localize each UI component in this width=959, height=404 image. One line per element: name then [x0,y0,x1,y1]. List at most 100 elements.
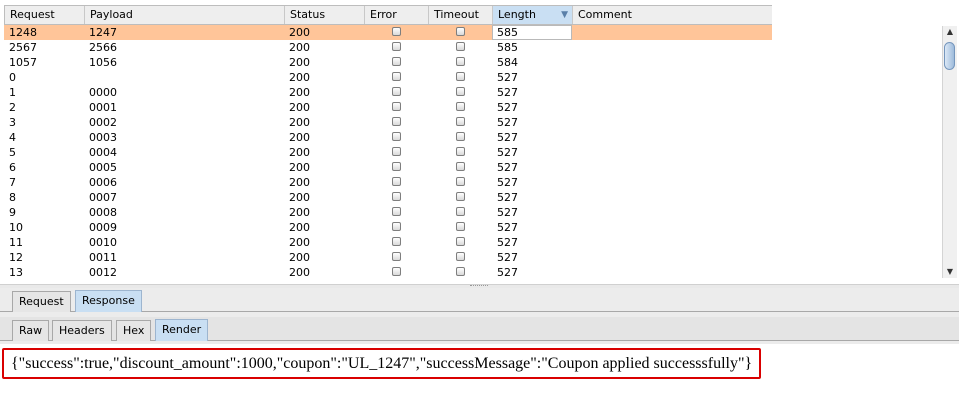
cell-request: 7 [9,176,16,189]
cell-request: 11 [9,236,23,249]
error-checkbox[interactable] [392,177,401,186]
cell-status: 200 [289,56,310,69]
tab-render[interactable]: Render [155,319,209,341]
cell-payload: 2566 [89,41,117,54]
column-header-request[interactable]: Request [4,6,84,24]
tab-headers[interactable]: Headers [52,320,112,341]
table-row[interactable]: 7 0006 200 527 [4,175,772,190]
error-checkbox[interactable] [392,57,401,66]
timeout-checkbox[interactable] [456,177,465,186]
timeout-checkbox[interactable] [456,57,465,66]
error-checkbox[interactable] [392,192,401,201]
cell-request: 2 [9,101,16,114]
cell-comment [572,250,772,265]
table-row[interactable]: 3 0002 200 527 [4,115,772,130]
timeout-checkbox[interactable] [456,267,465,276]
tabbar-divider [0,311,959,312]
timeout-checkbox[interactable] [456,252,465,261]
timeout-checkbox[interactable] [456,207,465,216]
error-checkbox[interactable] [392,42,401,51]
scroll-down-icon[interactable]: ▼ [943,266,957,278]
cell-status: 200 [289,161,310,174]
vertical-scrollbar[interactable]: ▲ ▼ [942,26,957,278]
column-header-length-label: Length [498,8,536,21]
tab-raw[interactable]: Raw [12,320,50,341]
column-header-payload[interactable]: Payload [84,6,284,24]
scrollbar-thumb[interactable] [944,42,955,70]
cell-comment [572,40,772,55]
error-checkbox[interactable] [392,207,401,216]
table-row[interactable]: 1 0000 200 527 [4,85,772,100]
timeout-checkbox[interactable] [456,132,465,141]
cell-comment [572,25,772,40]
table-row[interactable]: 4 0003 200 527 [4,130,772,145]
error-checkbox[interactable] [392,27,401,36]
error-checkbox[interactable] [392,87,401,96]
error-checkbox[interactable] [392,132,401,141]
timeout-checkbox[interactable] [456,192,465,201]
table-row[interactable]: 0 200 527 [4,70,772,85]
cell-request: 10 [9,221,23,234]
tab-response[interactable]: Response [75,290,142,312]
cell-payload: 0003 [89,131,117,144]
timeout-checkbox[interactable] [456,147,465,156]
error-checkbox[interactable] [392,222,401,231]
timeout-checkbox[interactable] [456,87,465,96]
cell-length: 527 [497,71,518,84]
error-checkbox[interactable] [392,252,401,261]
scroll-up-icon[interactable]: ▲ [943,26,957,38]
table-row[interactable]: 9 0008 200 527 [4,205,772,220]
timeout-checkbox[interactable] [456,42,465,51]
cell-payload: 0007 [89,191,117,204]
cell-status: 200 [289,71,310,84]
error-checkbox[interactable] [392,117,401,126]
timeout-checkbox[interactable] [456,117,465,126]
timeout-checkbox[interactable] [456,72,465,81]
cell-status: 200 [289,101,310,114]
cell-request: 4 [9,131,16,144]
cell-request: 0 [9,71,16,84]
cell-status: 200 [289,221,310,234]
cell-comment [572,220,772,235]
results-table: Request Payload Status Error Timeout Len… [4,5,772,284]
timeout-checkbox[interactable] [456,102,465,111]
table-row[interactable]: 1057 1056 200 584 [4,55,772,70]
cell-request: 9 [9,206,16,219]
table-row[interactable]: 1248 1247 200 585 [4,25,772,40]
table-row[interactable]: 2 0001 200 527 [4,100,772,115]
cell-length: 527 [497,221,518,234]
cell-comment [572,160,772,175]
error-checkbox[interactable] [392,102,401,111]
error-checkbox[interactable] [392,162,401,171]
timeout-checkbox[interactable] [456,222,465,231]
cell-status: 200 [289,206,310,219]
error-checkbox[interactable] [392,72,401,81]
tab-hex[interactable]: Hex [116,320,152,341]
timeout-checkbox[interactable] [456,237,465,246]
timeout-checkbox[interactable] [456,162,465,171]
tab-request[interactable]: Request [12,291,71,312]
table-row[interactable]: 13 0012 200 527 [4,265,772,280]
column-header-comment[interactable]: Comment [572,6,772,24]
table-row[interactable]: 6 0005 200 527 [4,160,772,175]
column-header-status[interactable]: Status [284,6,364,24]
cell-comment [572,55,772,70]
table-row[interactable]: 11 0010 200 527 [4,235,772,250]
table-row[interactable]: 10 0009 200 527 [4,220,772,235]
error-checkbox[interactable] [392,267,401,276]
table-row[interactable]: 5 0004 200 527 [4,145,772,160]
timeout-checkbox[interactable] [456,27,465,36]
error-checkbox[interactable] [392,237,401,246]
table-row[interactable]: 8 0007 200 527 [4,190,772,205]
error-checkbox[interactable] [392,147,401,156]
cell-length: 527 [497,251,518,264]
cell-status: 200 [289,116,310,129]
table-row[interactable]: 12 0011 200 527 [4,250,772,265]
column-header-timeout[interactable]: Timeout [428,6,492,24]
cell-status: 200 [289,146,310,159]
table-row[interactable]: 2567 2566 200 585 [4,40,772,55]
cell-payload: 0002 [89,116,117,129]
cell-comment [572,100,772,115]
column-header-error[interactable]: Error [364,6,428,24]
column-header-length[interactable]: Length ▼ [492,6,572,24]
